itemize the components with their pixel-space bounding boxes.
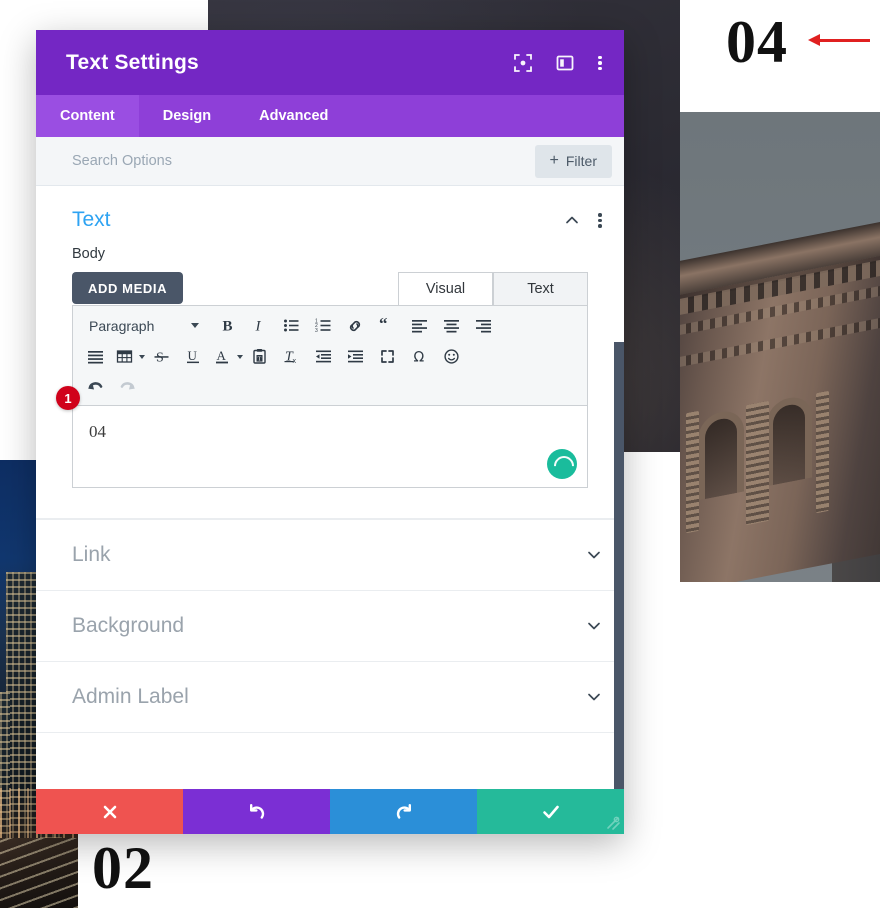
bulleted-list-icon[interactable] — [275, 312, 307, 340]
align-center-icon[interactable] — [435, 312, 467, 340]
plus-icon: + — [549, 152, 559, 169]
link-icon[interactable] — [339, 312, 371, 340]
align-left-icon[interactable] — [403, 312, 435, 340]
table-icon[interactable] — [111, 343, 145, 371]
section-toggle-background[interactable]: Background — [36, 590, 624, 661]
red-arrow-annotation — [808, 34, 870, 46]
svg-text:S: S — [156, 351, 164, 366]
chevron-down-icon — [588, 551, 600, 559]
page-number-02: 02 — [92, 835, 154, 901]
editor-tab-text[interactable]: Text — [493, 272, 588, 305]
modal-title: Text Settings — [66, 50, 199, 74]
blockquote-icon[interactable]: “ — [371, 312, 403, 340]
modal-header-actions — [514, 53, 602, 72]
modal-scrollbar[interactable] — [614, 342, 624, 789]
svg-text:B: B — [222, 319, 232, 335]
editor-toolbar: Paragraph B I 1 2 3 “ S U A T T x Ω — [72, 305, 588, 406]
loading-spinner-icon[interactable] — [547, 449, 577, 479]
svg-text:A: A — [216, 348, 226, 363]
section-menu-icon[interactable] — [598, 212, 602, 228]
align-justify-icon[interactable] — [79, 343, 111, 371]
bold-icon[interactable]: B — [211, 312, 243, 340]
section-toggle-label: Admin Label — [72, 685, 189, 708]
modal-header: Text Settings — [36, 30, 624, 95]
editor-content-area[interactable]: 1 04 — [56, 386, 588, 488]
tab-advanced[interactable]: Advanced — [235, 95, 352, 137]
layout-panel-icon[interactable] — [556, 54, 574, 72]
cancel-button[interactable] — [36, 789, 183, 834]
background-photo-freeway — [0, 838, 78, 908]
section-divider — [36, 732, 624, 733]
screenshot-stage: 04 02 Text Settings Content Design Advan… — [0, 0, 880, 908]
modal-footer — [36, 789, 624, 834]
section-toggle-admin-label[interactable]: Admin Label — [36, 661, 624, 732]
text-settings-modal: Text Settings Content Design Advanced Se… — [36, 30, 624, 834]
editor-tab-visual[interactable]: Visual — [398, 272, 493, 305]
italic-icon[interactable]: I — [243, 312, 275, 340]
section-toggle-label: Background — [72, 614, 185, 637]
format-select[interactable]: Paragraph — [79, 312, 207, 340]
paste-as-text-icon[interactable]: T — [243, 343, 275, 371]
chevron-down-icon — [191, 323, 199, 328]
svg-text:Ω: Ω — [413, 350, 424, 366]
resize-handle[interactable] — [603, 813, 621, 831]
search-input[interactable] — [72, 153, 535, 169]
undo-button[interactable] — [183, 789, 330, 834]
undo-icon[interactable] — [79, 374, 111, 402]
background-photo-classical-building — [680, 112, 880, 582]
section-toggle-link[interactable]: Link — [36, 519, 624, 590]
tab-content[interactable]: Content — [36, 95, 139, 137]
callout-badge-1: 1 — [56, 386, 80, 410]
editor-body-text: 04 — [89, 422, 106, 441]
align-right-icon[interactable] — [467, 312, 499, 340]
modal-tabbar: Content Design Advanced — [36, 95, 624, 137]
editor-mode-tabs: Visual Text — [72, 272, 588, 305]
redo-icon[interactable] — [111, 374, 143, 402]
emoji-icon[interactable] — [435, 343, 467, 371]
redo-button[interactable] — [330, 789, 477, 834]
filter-button[interactable]: + Filter — [534, 144, 612, 178]
numbered-list-icon[interactable]: 1 2 3 — [307, 312, 339, 340]
toolbar-row-1: Paragraph B I 1 2 3 “ — [79, 310, 581, 341]
section-header-text: Text — [36, 186, 624, 246]
body-field-label: Body — [72, 246, 106, 262]
underline-icon[interactable]: U — [177, 343, 209, 371]
svg-text:“: “ — [379, 317, 388, 333]
outdent-icon[interactable] — [307, 343, 339, 371]
more-vertical-icon[interactable] — [598, 55, 602, 71]
chevron-up-icon[interactable] — [564, 212, 580, 228]
toolbar-row-2: S U A T T x Ω — [79, 341, 581, 372]
text-color-icon[interactable]: A — [209, 343, 243, 371]
clear-formatting-icon[interactable]: T x — [275, 343, 307, 371]
svg-text:3: 3 — [315, 328, 318, 334]
undo-arrow-icon — [249, 803, 264, 819]
page-number-04: 04 — [726, 9, 788, 75]
tab-design[interactable]: Design — [139, 95, 235, 137]
checkmark-icon — [542, 805, 559, 818]
special-character-icon[interactable]: Ω — [403, 343, 435, 371]
wysiwyg-editor: Visual Text Paragraph B I 1 2 3 “ S U A … — [56, 272, 588, 488]
save-button[interactable] — [477, 789, 624, 834]
chevron-down-icon — [588, 693, 600, 701]
format-select-value: Paragraph — [89, 317, 155, 334]
focus-target-icon[interactable] — [514, 53, 532, 72]
chevron-down-icon — [588, 622, 600, 630]
indent-icon[interactable] — [339, 343, 371, 371]
filter-button-label: Filter — [565, 153, 597, 169]
close-x-icon — [103, 805, 116, 818]
svg-text:T: T — [257, 357, 261, 363]
fullscreen-icon[interactable] — [371, 343, 403, 371]
section-title: Text — [72, 208, 111, 231]
svg-text:U: U — [187, 348, 197, 363]
redo-arrow-icon — [396, 803, 411, 819]
strikethrough-icon[interactable]: S — [145, 343, 177, 371]
toolbar-row-3 — [79, 372, 581, 403]
section-toggle-label: Link — [72, 543, 111, 566]
svg-text:I: I — [254, 319, 261, 335]
search-options-bar: + Filter — [36, 137, 624, 186]
modal-body: Text Body ADD MEDIA Visual Text Paragrap… — [36, 186, 624, 789]
